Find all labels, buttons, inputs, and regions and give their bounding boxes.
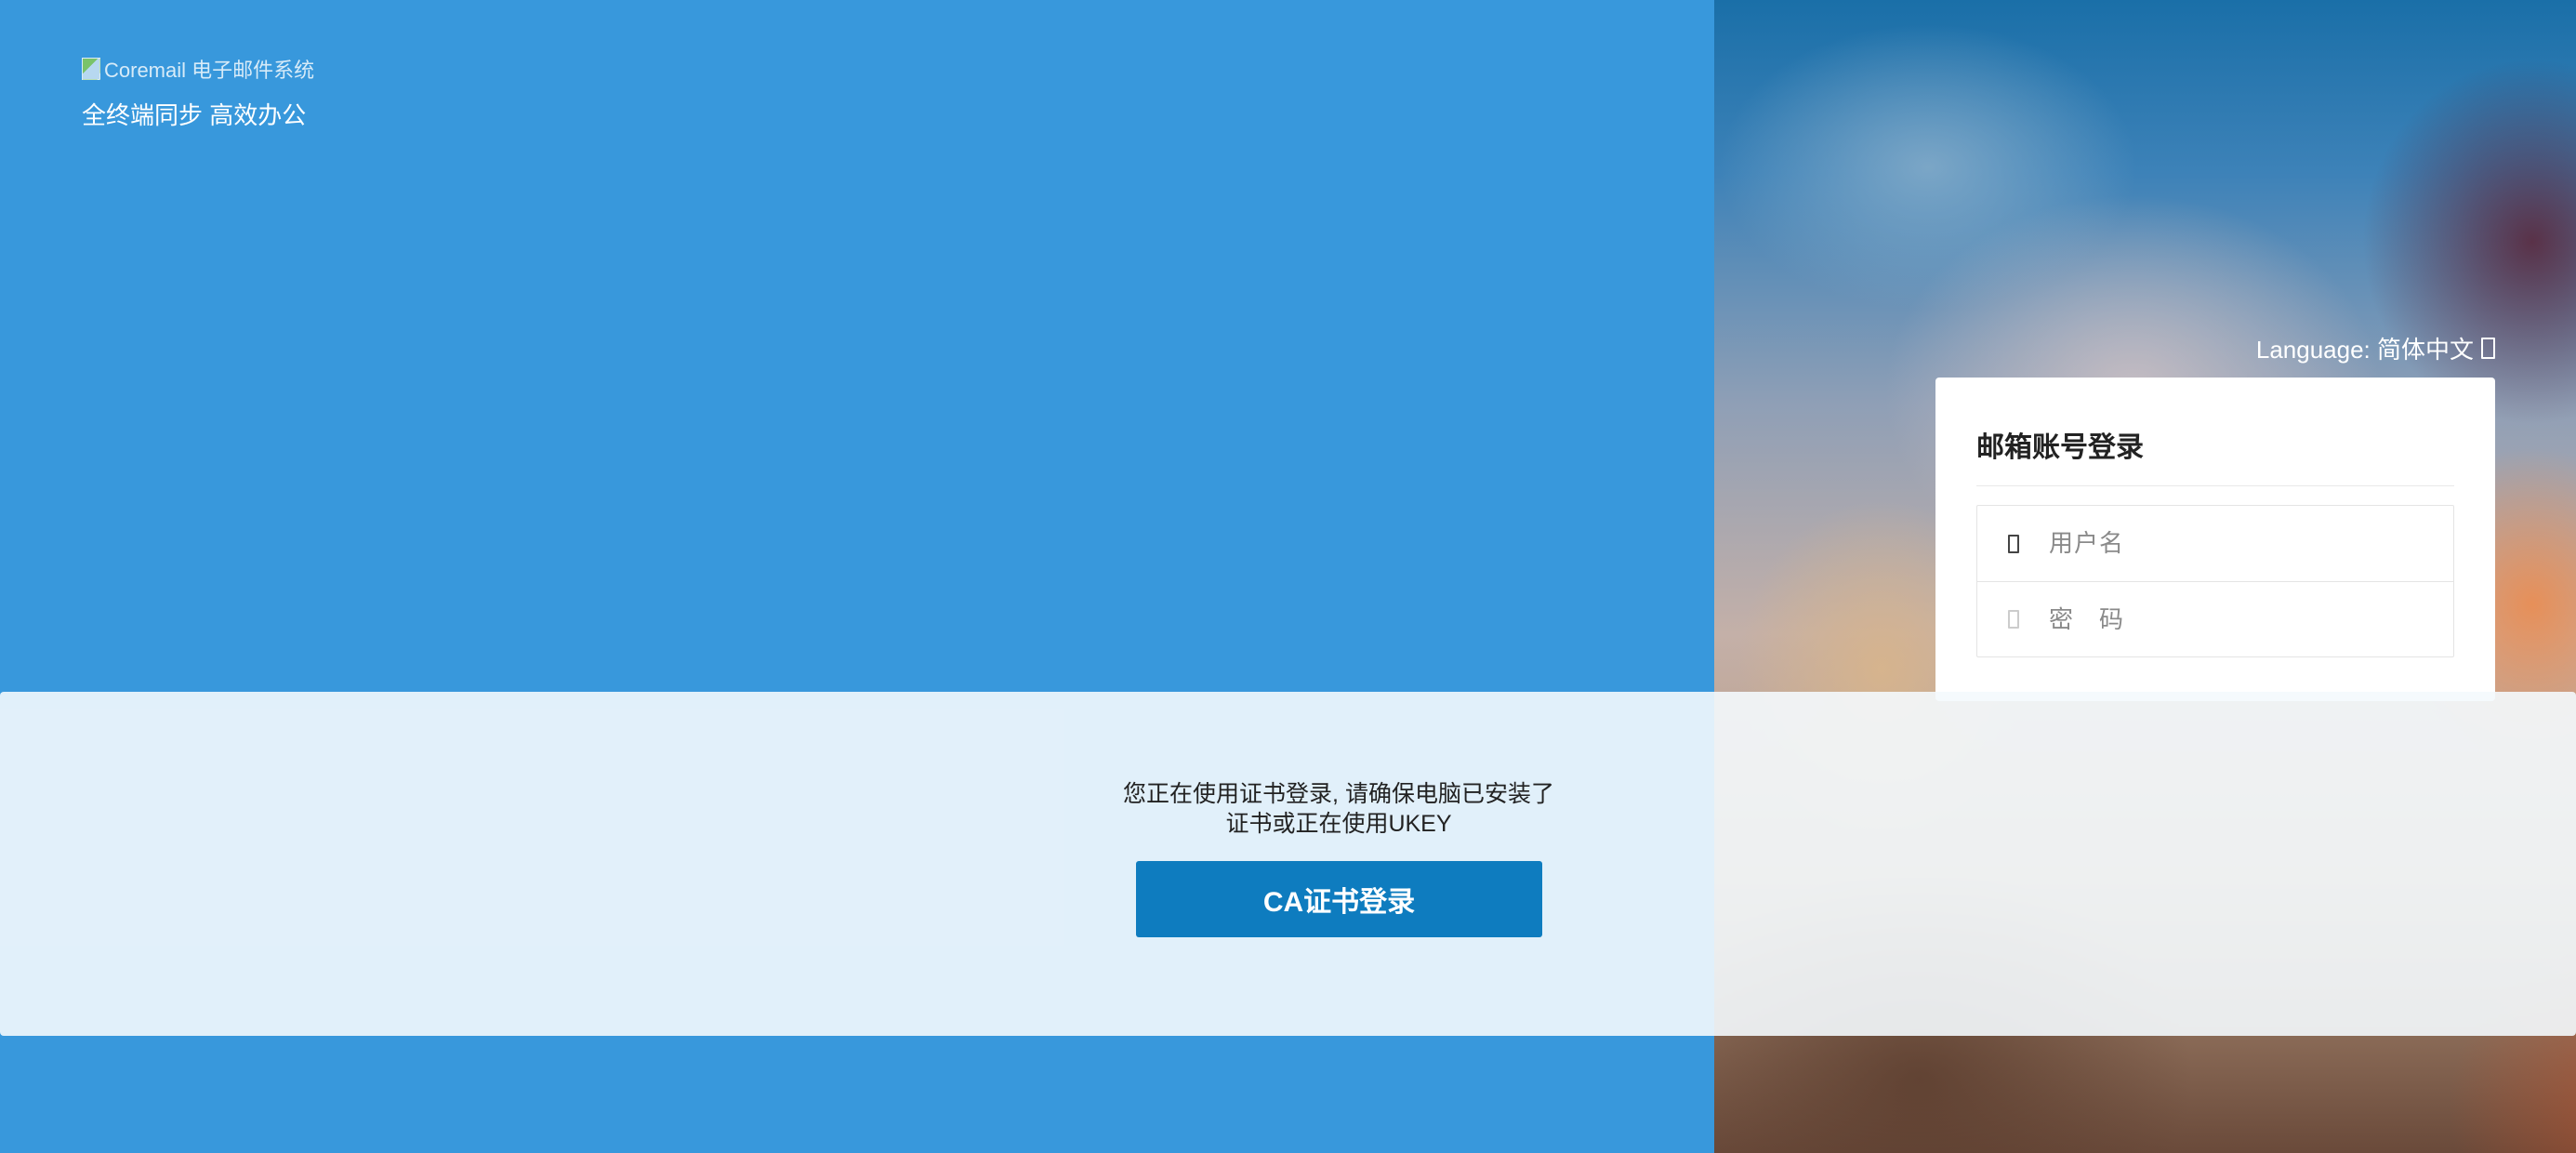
login-card: 邮箱账号登录 [1935,378,2495,701]
lock-icon [2008,610,2019,629]
login-page: Coremail 电子邮件系统 全终端同步 高效办公 Language: 简体中… [0,0,2576,1153]
language-selector[interactable]: Language: 简体中文 [2256,331,2495,365]
logo-alt-text: Coremail 电子邮件系统 [104,59,315,82]
username-input[interactable] [2047,528,2423,559]
title-divider [1976,485,2454,486]
logo: Coremail 电子邮件系统 [82,54,314,84]
broken-image-icon [82,58,100,80]
language-label: Language: 简体中文 [2255,336,2474,364]
ca-login-message: 您正在使用证书登录, 请确保电脑已安装了证书或正在使用UKEY [1123,781,1554,837]
login-form [1976,505,2454,657]
user-icon [2008,534,2019,553]
username-row [1977,506,2453,581]
password-row [1977,581,2453,656]
chevron-down-icon [2481,338,2495,359]
ca-login-button[interactable]: CA证书登录 [1136,861,1542,937]
login-title: 邮箱账号登录 [1976,432,2144,463]
password-input[interactable] [2047,603,2423,635]
slogan: 全终端同步 高效办公 [82,101,307,129]
